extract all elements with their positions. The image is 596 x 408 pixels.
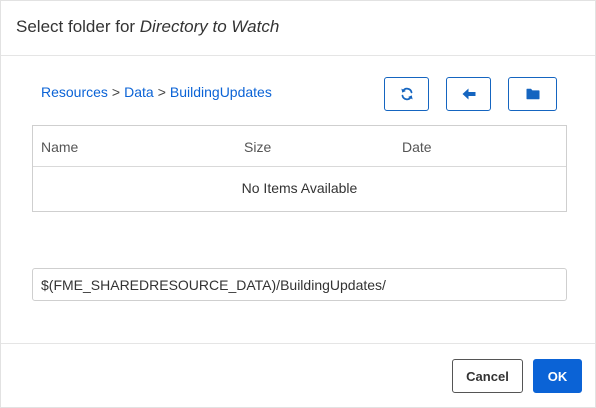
dialog-title: Select folder for Directory to Watch [16, 17, 279, 37]
breadcrumb-separator: > [157, 84, 166, 100]
breadcrumb-item-buildingupdates[interactable]: BuildingUpdates [170, 84, 272, 100]
dialog-title-prefix: Select folder for [16, 17, 140, 36]
dialog-header: Select folder for Directory to Watch [1, 1, 595, 56]
column-header-name[interactable]: Name [41, 139, 78, 155]
table-header: Name Size Date [33, 126, 566, 167]
back-button[interactable] [446, 77, 491, 111]
ok-button[interactable]: OK [533, 359, 582, 393]
cancel-button[interactable]: Cancel [452, 359, 523, 393]
breadcrumb-item-data[interactable]: Data [124, 84, 154, 100]
refresh-icon [400, 87, 414, 101]
refresh-button[interactable] [384, 77, 429, 111]
empty-state-message: No Items Available [241, 180, 358, 196]
column-header-size[interactable]: Size [244, 139, 271, 155]
column-header-date[interactable]: Date [402, 139, 432, 155]
arrow-left-icon [462, 88, 476, 100]
dialog-footer-divider [1, 343, 595, 344]
breadcrumb: Resources > Data > BuildingUpdates [41, 84, 272, 100]
file-table: Name Size Date No Items Available [32, 125, 567, 212]
breadcrumb-separator: > [111, 84, 121, 100]
folder-path-input[interactable] [32, 268, 567, 301]
select-folder-dialog: Select folder for Directory to Watch Res… [0, 0, 596, 408]
folder-icon [526, 88, 540, 100]
breadcrumb-item-resources[interactable]: Resources [41, 84, 108, 100]
folder-button[interactable] [508, 77, 557, 111]
dialog-title-target: Directory to Watch [139, 17, 280, 36]
